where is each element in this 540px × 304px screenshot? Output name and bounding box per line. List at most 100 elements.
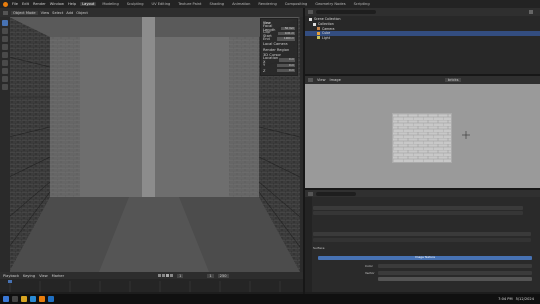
top-menu-bar: File Edit Render Window Help Layout Mode… xyxy=(0,0,540,8)
focal-length-field[interactable]: 50 mm xyxy=(280,26,295,31)
os-taskbar: 7:04 PM 5/12/2024 xyxy=(0,294,540,304)
tab-modeling[interactable]: Modeling xyxy=(100,2,120,6)
location-x-row[interactable]: Location X0 m xyxy=(263,56,295,64)
mail-icon[interactable] xyxy=(48,296,54,302)
select-tool-icon[interactable] xyxy=(2,20,8,26)
outliner-row-label: Light xyxy=(322,35,330,40)
location-y-field[interactable]: 0 m xyxy=(277,63,295,68)
location-z-label: Z xyxy=(263,68,266,73)
material-slot-field[interactable] xyxy=(313,206,523,210)
clip-end-row[interactable]: End 1000 m xyxy=(263,37,295,41)
annotate-tool-icon[interactable] xyxy=(2,68,8,74)
mesh-icon xyxy=(317,31,320,35)
viewport-menu-view[interactable]: View xyxy=(41,11,50,15)
tool-shelf xyxy=(0,17,10,272)
end-frame-field[interactable]: 250 xyxy=(217,273,229,278)
preview-section-header[interactable] xyxy=(313,238,531,242)
blender-taskbar-icon[interactable] xyxy=(39,296,45,302)
play-icon[interactable] xyxy=(166,274,170,277)
menu-render[interactable]: Render xyxy=(33,2,46,6)
tab-texture-paint[interactable]: Texture Paint xyxy=(176,2,203,6)
timeline-menu-playback[interactable]: Playback xyxy=(3,274,19,278)
mode-select[interactable]: Object Mode xyxy=(11,10,38,15)
material-name-field[interactable] xyxy=(313,232,531,236)
clip-start-field[interactable]: 0.01 m xyxy=(278,32,295,36)
add-cube-tool-icon[interactable] xyxy=(2,84,8,90)
image-datablock-field[interactable] xyxy=(378,277,532,281)
tab-scripting[interactable]: Scripting xyxy=(352,2,372,6)
tab-layout[interactable]: Layout xyxy=(80,2,97,6)
light-icon xyxy=(317,36,320,40)
menu-help[interactable]: Help xyxy=(68,2,76,6)
search-icon[interactable] xyxy=(12,296,18,302)
jump-start-icon[interactable] xyxy=(158,274,162,277)
image-name-field[interactable]: bricks xyxy=(444,78,462,82)
location-x-field[interactable]: 0 m xyxy=(279,58,295,62)
tab-compositing[interactable]: Compositing xyxy=(283,2,310,6)
location-y-row[interactable]: Y 0 m xyxy=(263,63,295,68)
vector-socket-field[interactable] xyxy=(378,271,532,275)
menu-window[interactable]: Window xyxy=(50,2,64,6)
collection-icon xyxy=(309,17,312,21)
color-label: Color xyxy=(365,264,373,268)
properties-icon[interactable] xyxy=(308,191,313,196)
tab-shading[interactable]: Shading xyxy=(207,2,226,6)
rotate-tool-icon[interactable] xyxy=(2,44,8,50)
tab-sculpting[interactable]: Sculpting xyxy=(125,2,146,6)
clip-start-row[interactable]: Clip Start 0.01 m xyxy=(263,30,295,38)
blender-logo-icon[interactable] xyxy=(3,1,8,7)
transform-tool-icon[interactable] xyxy=(2,60,8,66)
menu-edit[interactable]: Edit xyxy=(22,2,29,6)
measure-tool-icon[interactable] xyxy=(2,76,8,82)
properties-header xyxy=(305,190,540,197)
file-explorer-icon[interactable] xyxy=(21,296,27,302)
timeline-menu-keying[interactable]: Keying xyxy=(23,274,35,278)
image-menu-image[interactable]: Image xyxy=(330,78,341,82)
play-controls[interactable] xyxy=(158,274,174,277)
cursor-tool-icon[interactable] xyxy=(2,28,8,34)
outliner-row-label: Scene Collection xyxy=(314,17,341,22)
outliner-header xyxy=(305,8,540,16)
local-camera-row[interactable]: Local Camera xyxy=(263,42,295,46)
tab-uv-editing[interactable]: UV Editing xyxy=(150,2,173,6)
start-frame-field[interactable]: 1 xyxy=(207,273,214,278)
outliner-icon[interactable] xyxy=(308,10,313,14)
3d-viewport[interactable] xyxy=(9,17,300,272)
scale-tool-icon[interactable] xyxy=(2,52,8,58)
tab-animation[interactable]: Animation xyxy=(230,2,252,6)
tab-rendering[interactable]: Rendering xyxy=(256,2,278,6)
render-region-label: Render Region xyxy=(263,47,290,52)
color-socket-field[interactable] xyxy=(378,264,532,268)
move-tool-icon[interactable] xyxy=(2,36,8,42)
start-menu-icon[interactable] xyxy=(3,296,9,302)
editor-type-icon[interactable] xyxy=(3,10,8,15)
tab-geometry-nodes[interactable]: Geometry Nodes xyxy=(313,2,347,6)
viewport-header: Object Mode View Select Add Object xyxy=(0,8,303,17)
current-frame-field[interactable]: 1 xyxy=(177,273,184,278)
image-texture-node-field[interactable]: Image Texture xyxy=(318,255,532,260)
outliner-row-scene-collection[interactable]: Scene Collection xyxy=(305,17,540,22)
timeline-menu-view[interactable]: View xyxy=(39,274,48,278)
play-reverse-icon[interactable] xyxy=(162,274,166,277)
material-slot-list[interactable] xyxy=(313,211,523,215)
location-z-row[interactable]: Z 0 m xyxy=(263,69,295,73)
timeline-menu-marker[interactable]: Marker xyxy=(52,274,64,278)
outliner-search-input[interactable] xyxy=(316,10,376,14)
viewport-menu-object[interactable]: Object xyxy=(76,11,88,15)
image-editor-icon[interactable] xyxy=(308,78,313,82)
taskbar-date: 5/12/2024 xyxy=(515,297,534,301)
filter-icon[interactable] xyxy=(529,10,533,14)
render-region-row[interactable]: Render Region xyxy=(263,48,295,52)
viewport-menu-select[interactable]: Select xyxy=(52,11,63,15)
collection-icon xyxy=(313,22,316,26)
viewport-menu-add[interactable]: Add xyxy=(66,11,73,15)
jump-end-icon[interactable] xyxy=(170,274,174,277)
outliner-row-light[interactable]: Light xyxy=(305,36,540,41)
location-z-field[interactable]: 0 m xyxy=(277,69,295,73)
clip-end-field[interactable]: 1000 m xyxy=(277,37,295,41)
browser-icon[interactable] xyxy=(30,296,36,302)
properties-search-input[interactable] xyxy=(316,191,356,196)
image-menu-view[interactable]: View xyxy=(317,78,326,82)
menu-file[interactable]: File xyxy=(12,2,18,6)
playhead[interactable] xyxy=(8,280,12,283)
